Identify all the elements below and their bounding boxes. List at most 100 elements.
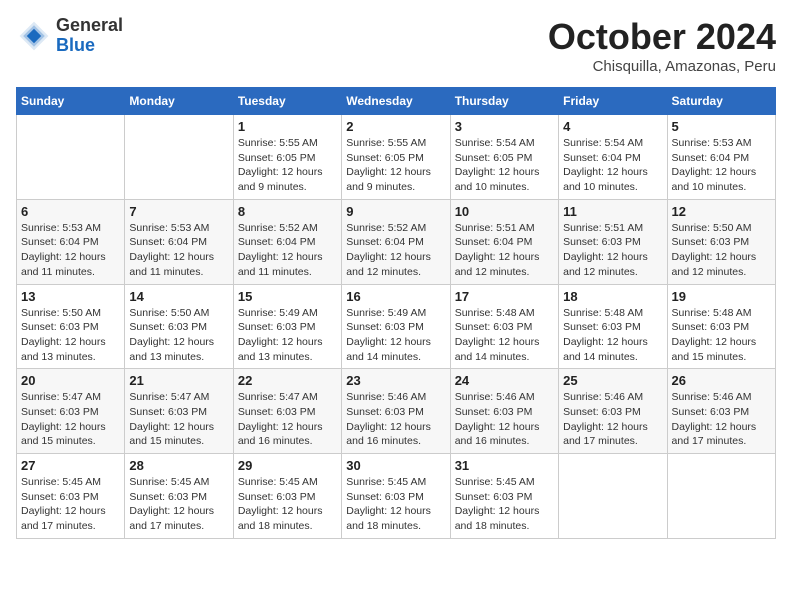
calendar-cell: 4 Sunrise: 5:54 AM Sunset: 6:04 PM Daylig…	[559, 115, 667, 200]
calendar-cell: 5 Sunrise: 5:53 AM Sunset: 6:04 PM Daylig…	[667, 115, 775, 200]
day-info: Sunrise: 5:47 AM Sunset: 6:03 PM Dayligh…	[129, 390, 228, 449]
day-info: Sunrise: 5:46 AM Sunset: 6:03 PM Dayligh…	[563, 390, 662, 449]
calendar-week-3: 13Sunrise: 5:50 AM Sunset: 6:03 PM Dayli…	[17, 284, 776, 369]
day-number: 26	[672, 373, 771, 388]
day-number: 6	[21, 204, 120, 219]
day-info: Sunrise: 5:51 AM Sunset: 6:04 PM Dayligh…	[455, 221, 554, 280]
day-info: Sunrise: 5:52 AM Sunset: 6:04 PM Dayligh…	[238, 221, 337, 280]
day-number: 12	[672, 204, 771, 219]
day-number: 20	[21, 373, 120, 388]
weekday-header-sunday: Sunday	[17, 88, 125, 115]
weekday-header-thursday: Thursday	[450, 88, 558, 115]
day-number: 23	[346, 373, 445, 388]
day-info: Sunrise: 5:45 AM Sunset: 6:03 PM Dayligh…	[238, 475, 337, 534]
day-info: Sunrise: 5:45 AM Sunset: 6:03 PM Dayligh…	[21, 475, 120, 534]
calendar-cell: 23 Sunrise: 5:46 AM Sunset: 6:03 PM Dayli…	[342, 369, 450, 454]
day-number: 15	[238, 289, 337, 304]
calendar-cell: 11Sunrise: 5:51 AM Sunset: 6:03 PM Dayli…	[559, 199, 667, 284]
calendar: SundayMondayTuesdayWednesdayThursdayFrid…	[16, 87, 776, 539]
weekday-header-wednesday: Wednesday	[342, 88, 450, 115]
day-info: Sunrise: 5:46 AM Sunset: 6:03 PM Dayligh…	[346, 390, 445, 449]
calendar-cell	[667, 454, 775, 539]
logo-blue: Blue	[56, 36, 123, 56]
calendar-cell: 18 Sunrise: 5:48 AM Sunset: 6:03 PM Dayli…	[559, 284, 667, 369]
day-info: Sunrise: 5:53 AM Sunset: 6:04 PM Dayligh…	[21, 221, 120, 280]
logo-icon	[16, 18, 52, 54]
calendar-cell: 2 Sunrise: 5:55 AM Sunset: 6:05 PM Daylig…	[342, 115, 450, 200]
day-info: Sunrise: 5:48 AM Sunset: 6:03 PM Dayligh…	[455, 306, 554, 365]
calendar-cell: 1Sunrise: 5:55 AM Sunset: 6:05 PM Daylig…	[233, 115, 341, 200]
calendar-cell: 27 Sunrise: 5:45 AM Sunset: 6:03 PM Dayli…	[17, 454, 125, 539]
day-info: Sunrise: 5:48 AM Sunset: 6:03 PM Dayligh…	[672, 306, 771, 365]
calendar-cell: 25 Sunrise: 5:46 AM Sunset: 6:03 PM Dayli…	[559, 369, 667, 454]
calendar-cell: 15 Sunrise: 5:49 AM Sunset: 6:03 PM Dayli…	[233, 284, 341, 369]
day-info: Sunrise: 5:53 AM Sunset: 6:04 PM Dayligh…	[672, 136, 771, 195]
day-info: Sunrise: 5:47 AM Sunset: 6:03 PM Dayligh…	[238, 390, 337, 449]
day-number: 11	[563, 204, 662, 219]
calendar-cell: 28Sunrise: 5:45 AM Sunset: 6:03 PM Dayli…	[125, 454, 233, 539]
day-number: 30	[346, 458, 445, 473]
calendar-cell: 14 Sunrise: 5:50 AM Sunset: 6:03 PM Dayli…	[125, 284, 233, 369]
day-info: Sunrise: 5:54 AM Sunset: 6:05 PM Dayligh…	[455, 136, 554, 195]
day-info: Sunrise: 5:49 AM Sunset: 6:03 PM Dayligh…	[346, 306, 445, 365]
calendar-week-1: 1Sunrise: 5:55 AM Sunset: 6:05 PM Daylig…	[17, 115, 776, 200]
month-title: October 2024	[548, 16, 776, 58]
weekday-header-monday: Monday	[125, 88, 233, 115]
day-info: Sunrise: 5:54 AM Sunset: 6:04 PM Dayligh…	[563, 136, 662, 195]
day-info: Sunrise: 5:50 AM Sunset: 6:03 PM Dayligh…	[21, 306, 120, 365]
weekday-header-row: SundayMondayTuesdayWednesdayThursdayFrid…	[17, 88, 776, 115]
weekday-header-friday: Friday	[559, 88, 667, 115]
day-number: 10	[455, 204, 554, 219]
calendar-week-5: 27 Sunrise: 5:45 AM Sunset: 6:03 PM Dayli…	[17, 454, 776, 539]
calendar-cell: 3 Sunrise: 5:54 AM Sunset: 6:05 PM Daylig…	[450, 115, 558, 200]
day-number: 27	[21, 458, 120, 473]
calendar-week-2: 6 Sunrise: 5:53 AM Sunset: 6:04 PM Daylig…	[17, 199, 776, 284]
calendar-body: 1Sunrise: 5:55 AM Sunset: 6:05 PM Daylig…	[17, 115, 776, 539]
logo-text: General Blue	[56, 16, 123, 56]
day-number: 14	[129, 289, 228, 304]
day-info: Sunrise: 5:55 AM Sunset: 6:05 PM Dayligh…	[346, 136, 445, 195]
day-number: 3	[455, 119, 554, 134]
day-info: Sunrise: 5:50 AM Sunset: 6:03 PM Dayligh…	[672, 221, 771, 280]
calendar-cell: 7 Sunrise: 5:53 AM Sunset: 6:04 PM Daylig…	[125, 199, 233, 284]
day-info: Sunrise: 5:47 AM Sunset: 6:03 PM Dayligh…	[21, 390, 120, 449]
day-number: 2	[346, 119, 445, 134]
day-number: 5	[672, 119, 771, 134]
calendar-cell: 31Sunrise: 5:45 AM Sunset: 6:03 PM Dayli…	[450, 454, 558, 539]
calendar-cell	[17, 115, 125, 200]
calendar-cell: 19Sunrise: 5:48 AM Sunset: 6:03 PM Dayli…	[667, 284, 775, 369]
calendar-cell: 16 Sunrise: 5:49 AM Sunset: 6:03 PM Dayli…	[342, 284, 450, 369]
day-number: 18	[563, 289, 662, 304]
day-info: Sunrise: 5:46 AM Sunset: 6:03 PM Dayligh…	[672, 390, 771, 449]
day-number: 8	[238, 204, 337, 219]
day-number: 4	[563, 119, 662, 134]
calendar-cell: 17 Sunrise: 5:48 AM Sunset: 6:03 PM Dayli…	[450, 284, 558, 369]
day-info: Sunrise: 5:45 AM Sunset: 6:03 PM Dayligh…	[455, 475, 554, 534]
day-info: Sunrise: 5:45 AM Sunset: 6:03 PM Dayligh…	[346, 475, 445, 534]
day-number: 25	[563, 373, 662, 388]
calendar-week-4: 20 Sunrise: 5:47 AM Sunset: 6:03 PM Dayli…	[17, 369, 776, 454]
day-info: Sunrise: 5:53 AM Sunset: 6:04 PM Dayligh…	[129, 221, 228, 280]
calendar-cell: 9 Sunrise: 5:52 AM Sunset: 6:04 PM Daylig…	[342, 199, 450, 284]
calendar-cell: 30 Sunrise: 5:45 AM Sunset: 6:03 PM Dayli…	[342, 454, 450, 539]
day-number: 16	[346, 289, 445, 304]
day-info: Sunrise: 5:49 AM Sunset: 6:03 PM Dayligh…	[238, 306, 337, 365]
page-header: General Blue October 2024 Chisquilla, Am…	[16, 16, 776, 75]
calendar-cell	[125, 115, 233, 200]
day-number: 17	[455, 289, 554, 304]
calendar-cell: 8 Sunrise: 5:52 AM Sunset: 6:04 PM Daylig…	[233, 199, 341, 284]
calendar-cell: 22Sunrise: 5:47 AM Sunset: 6:03 PM Dayli…	[233, 369, 341, 454]
calendar-cell: 20 Sunrise: 5:47 AM Sunset: 6:03 PM Dayli…	[17, 369, 125, 454]
calendar-cell: 26 Sunrise: 5:46 AM Sunset: 6:03 PM Dayli…	[667, 369, 775, 454]
day-number: 7	[129, 204, 228, 219]
day-number: 28	[129, 458, 228, 473]
day-number: 9	[346, 204, 445, 219]
day-info: Sunrise: 5:48 AM Sunset: 6:03 PM Dayligh…	[563, 306, 662, 365]
day-number: 24	[455, 373, 554, 388]
day-info: Sunrise: 5:52 AM Sunset: 6:04 PM Dayligh…	[346, 221, 445, 280]
title-area: October 2024 Chisquilla, Amazonas, Peru	[548, 16, 776, 75]
day-info: Sunrise: 5:46 AM Sunset: 6:03 PM Dayligh…	[455, 390, 554, 449]
weekday-header-tuesday: Tuesday	[233, 88, 341, 115]
day-number: 29	[238, 458, 337, 473]
day-info: Sunrise: 5:50 AM Sunset: 6:03 PM Dayligh…	[129, 306, 228, 365]
